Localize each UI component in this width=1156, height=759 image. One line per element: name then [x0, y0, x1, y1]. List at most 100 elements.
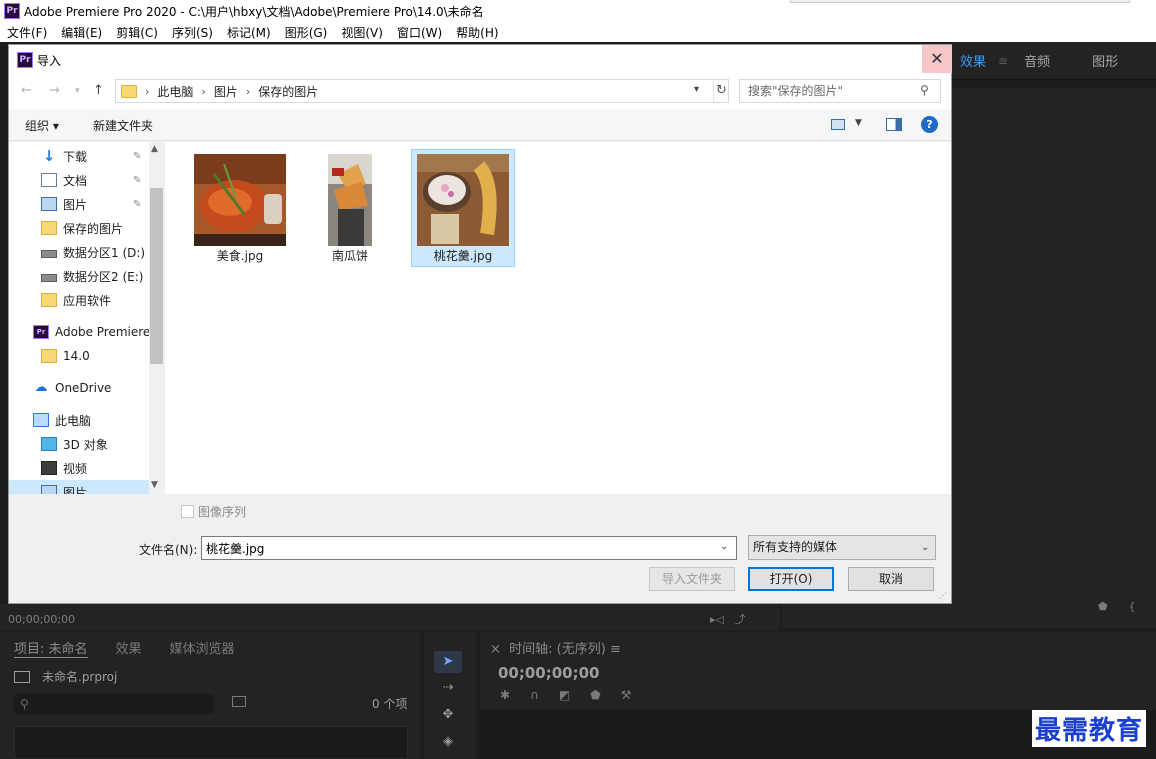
ripple-edit-tool-icon[interactable]: ✥: [434, 704, 462, 726]
tab-audio[interactable]: 音频: [1024, 51, 1050, 70]
new-bin-icon[interactable]: [232, 696, 246, 707]
track-select-tool-icon[interactable]: ⇢: [434, 677, 462, 699]
cancel-button[interactable]: 取消: [848, 567, 934, 591]
file-name: 桃花羹.jpg: [433, 249, 493, 263]
back-arrow-icon[interactable]: ←: [21, 83, 32, 98]
recent-locations-icon[interactable]: ▾: [75, 86, 80, 96]
breadcrumb-this-pc[interactable]: 此电脑: [157, 83, 193, 100]
nav-item-videos[interactable]: 视频: [9, 456, 149, 480]
breadcrumb-pictures[interactable]: 图片: [214, 83, 238, 100]
menu-markers[interactable]: 标记(M): [227, 24, 271, 41]
tab-media-browser[interactable]: 媒体浏览器: [170, 638, 235, 658]
scroll-thumb[interactable]: [150, 188, 163, 364]
nav-item-3d-objects[interactable]: 3D 对象: [9, 432, 149, 456]
pin-icon[interactable]: ✎: [133, 151, 141, 162]
file-item[interactable]: 桃花羹.jpg: [411, 149, 515, 267]
close-button[interactable]: ✕: [922, 45, 952, 73]
menu-file[interactable]: 文件(F): [7, 24, 47, 41]
nav-item-saved-pictures[interactable]: 保存的图片: [9, 216, 149, 240]
search-input[interactable]: [740, 80, 916, 102]
linked-selection-icon[interactable]: ∩: [530, 688, 539, 702]
nav-item-label: Adobe Premiere: [55, 325, 151, 339]
drive-icon: [41, 250, 57, 258]
pin-icon[interactable]: ✎: [133, 199, 141, 210]
file-item[interactable]: 美食.jpg: [188, 149, 292, 267]
insert-marker-icon[interactable]: ◩: [559, 688, 570, 702]
organize-button[interactable]: 组织 ▾: [25, 117, 59, 134]
up-arrow-icon[interactable]: ↑: [93, 83, 104, 98]
nav-item-14[interactable]: 14.0: [9, 344, 149, 368]
tab-effects-lower[interactable]: 效果: [116, 638, 142, 658]
scroll-up-icon[interactable]: ▲: [151, 144, 158, 154]
change-view-icon[interactable]: [831, 119, 845, 130]
hamburger-icon[interactable]: ≡: [998, 54, 1008, 68]
panel-marker-icon[interactable]: ⬟ {: [1098, 600, 1136, 613]
resize-grip-icon[interactable]: ⋰: [939, 591, 947, 600]
nav-item-label: 保存的图片: [63, 221, 124, 236]
pin-icon[interactable]: ✎: [133, 175, 141, 186]
nav-item-drive-d[interactable]: 数据分区1 (D:): [9, 240, 149, 264]
search-box[interactable]: ⚲: [739, 79, 941, 103]
file-list[interactable]: 美食.jpg 南瓜饼 桃花羹.jpg: [165, 142, 951, 494]
menu-window[interactable]: 窗口(W): [397, 24, 442, 41]
tab-graphics[interactable]: 图形: [1092, 51, 1118, 70]
project-item-list[interactable]: [14, 726, 408, 759]
filetype-select[interactable]: 所有支持的媒体 ⌄: [748, 535, 936, 560]
dialog-toolbar: 组织 ▾ 新建文件夹 ▼ ?: [9, 109, 951, 141]
menu-sequence[interactable]: 序列(S): [172, 24, 213, 41]
preview-pane-icon[interactable]: [886, 118, 902, 131]
image-sequence-checkbox[interactable]: [181, 505, 194, 518]
tab-effects[interactable]: 效果: [960, 51, 986, 70]
nav-item-downloads[interactable]: ↓ 下载 ✎: [9, 144, 149, 168]
filename-field[interactable]: ⌄: [201, 536, 737, 560]
nav-item-documents[interactable]: 文档 ✎: [9, 168, 149, 192]
add-marker-icon[interactable]: ⬟: [590, 688, 600, 702]
nav-item-pictures[interactable]: 图片 ✎: [9, 192, 149, 216]
bin-icon: [14, 670, 30, 683]
breadcrumb-saved-pictures[interactable]: 保存的图片: [258, 83, 318, 100]
menu-edit[interactable]: 编辑(E): [61, 24, 102, 41]
nav-item-drive-e[interactable]: 数据分区2 (E:): [9, 264, 149, 288]
forward-arrow-icon[interactable]: →: [49, 83, 60, 98]
image-sequence-option[interactable]: 图像序列: [181, 503, 246, 520]
new-folder-button[interactable]: 新建文件夹: [93, 117, 153, 134]
selection-tool-icon[interactable]: ➤: [434, 651, 462, 673]
razor-tool-icon[interactable]: ◈: [434, 731, 462, 753]
nav-item-this-pc[interactable]: 此电脑: [9, 408, 149, 432]
video-icon: [41, 461, 57, 475]
address-dropdown-icon[interactable]: ▾: [694, 84, 699, 95]
menu-view[interactable]: 视图(V): [341, 24, 383, 41]
chevron-down-icon[interactable]: ⌄: [720, 541, 728, 552]
scroll-down-icon[interactable]: ▼: [151, 480, 158, 490]
chevron-right-icon: ›: [145, 84, 150, 98]
help-icon[interactable]: ?: [921, 116, 938, 133]
wrench-icon[interactable]: ⚒: [621, 688, 632, 702]
nav-item-onedrive[interactable]: ☁ OneDrive: [9, 376, 149, 400]
view-options-dropdown-icon[interactable]: ▼: [855, 118, 862, 128]
filename-label: 文件名(N):: [139, 543, 198, 557]
snap-icon[interactable]: ✱: [500, 688, 510, 702]
menu-clip[interactable]: 剪辑(C): [116, 24, 158, 41]
menu-help[interactable]: 帮助(H): [456, 24, 498, 41]
chevron-right-icon: ›: [245, 84, 251, 98]
file-item[interactable]: 南瓜饼: [298, 149, 402, 267]
nav-item-apps[interactable]: 应用软件: [9, 288, 149, 312]
timeline-timecode[interactable]: 00;00;00;00: [498, 664, 600, 682]
nav-item-pictures-pc[interactable]: 图片: [9, 480, 149, 494]
search-icon[interactable]: ⚲: [920, 83, 929, 97]
refresh-icon[interactable]: ↻: [713, 80, 729, 102]
nav-scrollbar[interactable]: ▲ ▼: [149, 142, 164, 494]
nav-item-adobe-premiere[interactable]: Pr Adobe Premiere: [9, 320, 151, 344]
menu-graphics[interactable]: 图形(G): [285, 24, 328, 41]
project-search-input[interactable]: ⚲: [14, 694, 214, 714]
thumbnail-image: [328, 154, 372, 246]
navigation-pane: ↓ 下载 ✎ 文档 ✎ 图片 ✎ 保存的图片 数据分区1 (D:) 数据分区2 …: [9, 142, 164, 494]
import-folder-button[interactable]: 导入文件夹: [649, 567, 735, 591]
tab-project[interactable]: 项目: 未命名: [14, 638, 88, 658]
nav-item-label: 3D 对象: [63, 437, 108, 452]
timeline-title: × 时间轴: (无序列) ≡: [490, 642, 621, 657]
filename-input[interactable]: [202, 537, 712, 559]
address-bar[interactable]: › 此电脑 › 图片 › 保存的图片 ▾ ↻: [115, 79, 729, 103]
open-button[interactable]: 打开(O): [748, 567, 834, 591]
export-frame-icon[interactable]: ▸◁ ⤴: [710, 611, 745, 627]
